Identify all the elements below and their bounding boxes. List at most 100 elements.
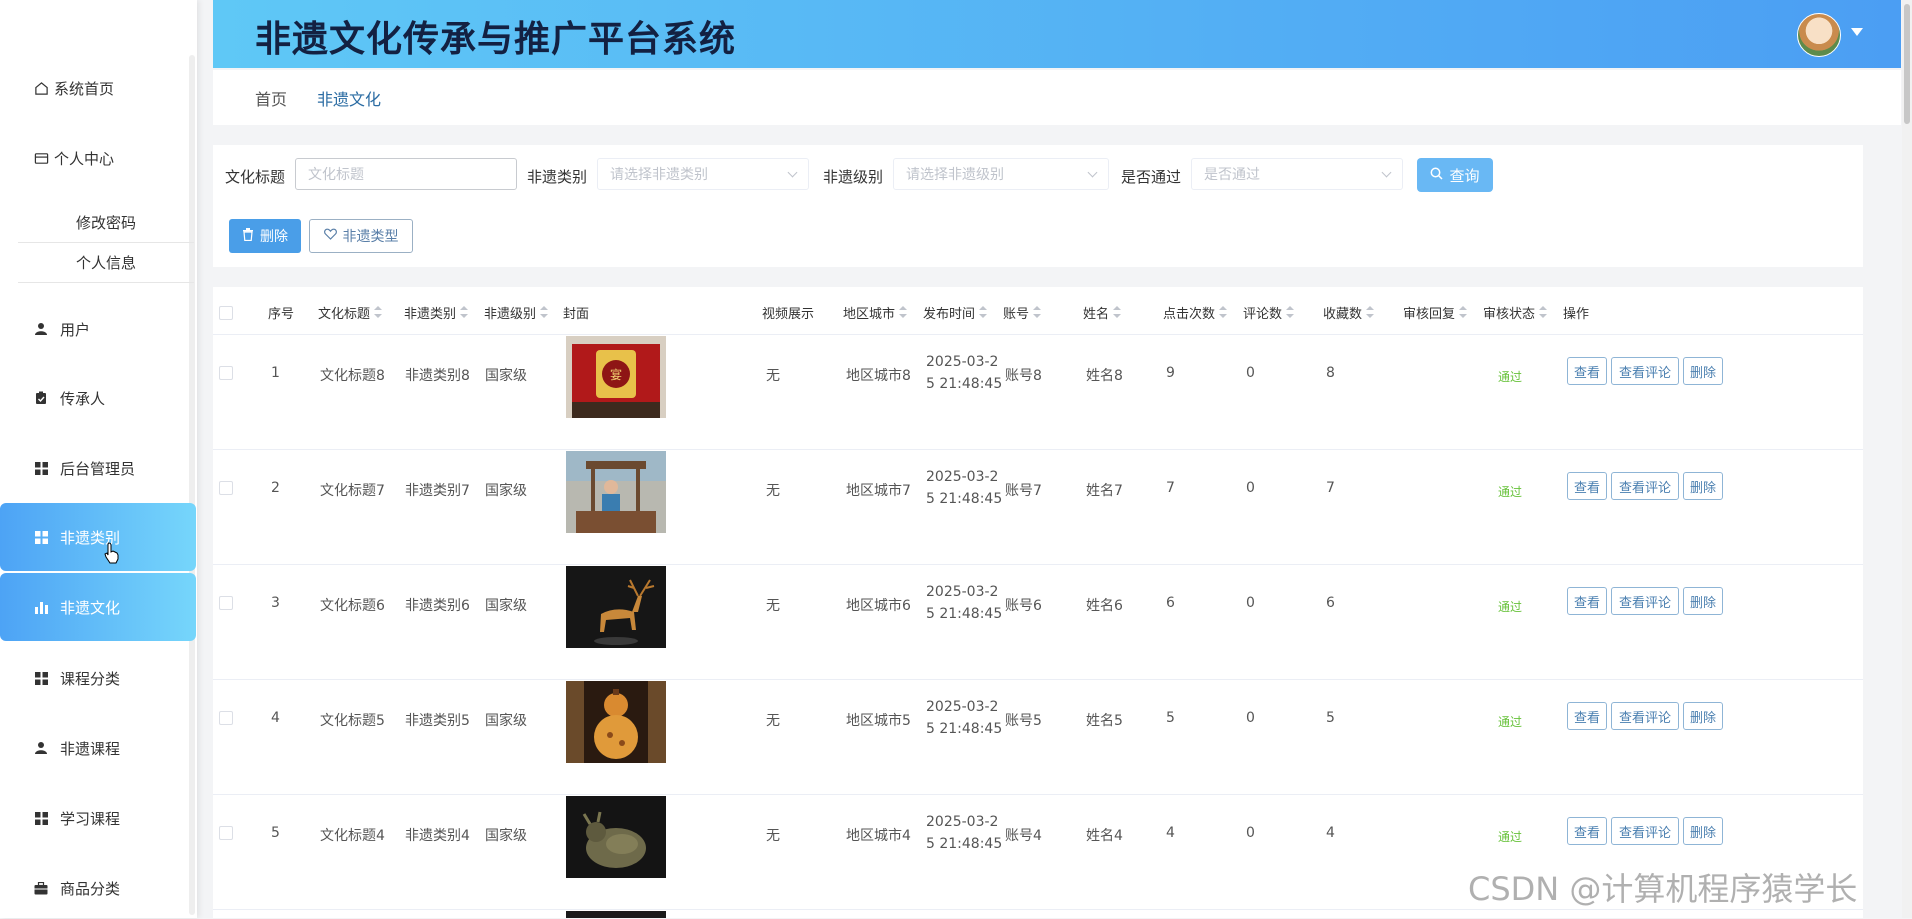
header-time[interactable]: 发布时间 bbox=[923, 300, 988, 324]
sort-icon[interactable] bbox=[1539, 306, 1548, 318]
page-scrollbar[interactable] bbox=[1902, 0, 1912, 918]
sort-icon[interactable] bbox=[460, 306, 469, 318]
row-checkbox[interactable] bbox=[219, 481, 233, 495]
cell-title: 文化标题6 bbox=[320, 598, 385, 614]
sort-icon[interactable] bbox=[1366, 306, 1375, 318]
sidebar-subitem-change-password[interactable]: 修改密码 bbox=[18, 202, 194, 243]
delete-button[interactable]: 删除 bbox=[1683, 587, 1723, 615]
cell-city: 地区城市7 bbox=[846, 483, 911, 499]
header-ops: 操作 bbox=[1563, 306, 1590, 322]
sort-icon[interactable] bbox=[899, 306, 908, 318]
level-select[interactable]: 请选择非遗级别 bbox=[893, 158, 1109, 190]
sidebar-item-goods-category[interactable]: 商品分类 bbox=[0, 857, 197, 919]
sort-icon[interactable] bbox=[1459, 306, 1468, 318]
delete-button[interactable]: 删除 bbox=[1683, 817, 1723, 845]
cell-clicks: 5 bbox=[1166, 710, 1175, 726]
sort-icon[interactable] bbox=[979, 306, 988, 318]
cell-name: 姓名5 bbox=[1086, 713, 1123, 729]
view-button[interactable]: 查看 bbox=[1567, 472, 1607, 500]
sort-icon[interactable] bbox=[1033, 306, 1042, 318]
sidebar-item-study-course[interactable]: 学习课程 bbox=[0, 787, 197, 849]
batch-delete-button[interactable]: 删除 bbox=[229, 219, 301, 253]
header-title[interactable]: 文化标题 bbox=[318, 300, 383, 324]
sidebar-item-heritage-category[interactable]: 非遗类别 bbox=[0, 503, 196, 571]
cover-image[interactable] bbox=[566, 681, 666, 763]
breadcrumb: 首页 非遗文化 bbox=[213, 70, 1901, 125]
chevron-down-icon bbox=[787, 167, 798, 178]
sidebar-item-admins[interactable]: 后台管理员 bbox=[0, 437, 197, 499]
sidebar-item-users[interactable]: 用户 bbox=[0, 298, 197, 360]
delete-button[interactable]: 删除 bbox=[1683, 702, 1723, 730]
cover-image[interactable] bbox=[566, 566, 666, 648]
sort-icon[interactable] bbox=[540, 306, 549, 318]
avatar[interactable] bbox=[1797, 13, 1841, 57]
query-button[interactable]: 查询 bbox=[1417, 158, 1493, 192]
sidebar-subitem-label: 修改密码 bbox=[75, 213, 136, 232]
bar-chart-icon bbox=[30, 601, 52, 614]
header-reply[interactable]: 审核回复 bbox=[1403, 300, 1468, 324]
view-button[interactable]: 查看 bbox=[1567, 587, 1607, 615]
cell-time-line1: 2025-03-2 bbox=[926, 354, 999, 370]
sidebar-item-course-category[interactable]: 课程分类 bbox=[0, 647, 197, 709]
sidebar-item-heritage-course[interactable]: 非遗课程 bbox=[0, 717, 197, 779]
view-comments-button[interactable]: 查看评论 bbox=[1611, 587, 1679, 615]
header-comments[interactable]: 评论数 bbox=[1243, 300, 1295, 324]
sidebar-item-personal-center[interactable]: 个人中心 bbox=[0, 127, 197, 189]
cell-level: 国家级 bbox=[485, 598, 527, 614]
view-button[interactable]: 查看 bbox=[1567, 817, 1607, 845]
header-city[interactable]: 地区城市 bbox=[843, 300, 908, 324]
delete-button[interactable]: 删除 bbox=[1683, 472, 1723, 500]
sort-icon[interactable] bbox=[1219, 306, 1228, 318]
cell-city: 地区城市5 bbox=[846, 713, 911, 729]
cell-title: 文化标题8 bbox=[320, 368, 385, 384]
header-clicks[interactable]: 点击次数 bbox=[1163, 300, 1228, 324]
category-select[interactable]: 请选择非遗类别 bbox=[597, 158, 809, 190]
pass-select[interactable]: 是否通过 bbox=[1191, 158, 1403, 190]
header-name[interactable]: 姓名 bbox=[1083, 300, 1122, 324]
cover-image[interactable] bbox=[566, 796, 666, 878]
row-checkbox[interactable] bbox=[219, 711, 233, 725]
header-category[interactable]: 非遗类别 bbox=[404, 300, 469, 324]
view-comments-button[interactable]: 查看评论 bbox=[1611, 817, 1679, 845]
sidebar-item-heritage-culture[interactable]: 非遗文化 bbox=[0, 573, 196, 641]
cell-category: 非遗类别4 bbox=[405, 828, 470, 844]
view-comments-button[interactable]: 查看评论 bbox=[1611, 357, 1679, 385]
cell-name: 姓名7 bbox=[1086, 483, 1123, 499]
title-search-input[interactable]: 文化标题 bbox=[295, 158, 517, 190]
select-all-checkbox[interactable] bbox=[219, 306, 233, 320]
scrollbar-thumb[interactable] bbox=[1904, 4, 1910, 124]
row-checkbox[interactable] bbox=[219, 826, 233, 840]
view-comments-button[interactable]: 查看评论 bbox=[1611, 472, 1679, 500]
delete-button[interactable]: 删除 bbox=[1683, 357, 1723, 385]
sidebar-subitem-personal-info[interactable]: 个人信息 bbox=[18, 242, 194, 283]
cell-comments: 0 bbox=[1246, 365, 1255, 381]
status-badge: 通过 bbox=[1498, 485, 1523, 499]
cell-comments: 0 bbox=[1246, 595, 1255, 611]
view-button[interactable]: 查看 bbox=[1567, 357, 1607, 385]
header-favorites[interactable]: 收藏数 bbox=[1323, 300, 1375, 324]
sidebar-item-home[interactable]: 系统首页 bbox=[0, 57, 197, 119]
heritage-type-button[interactable]: 非遗类型 bbox=[309, 219, 413, 253]
sort-icon[interactable] bbox=[1113, 306, 1122, 318]
sidebar-item-label: 学习课程 bbox=[60, 809, 121, 828]
sidebar-item-inheritors[interactable]: 传承人 bbox=[0, 367, 197, 429]
header-account[interactable]: 账号 bbox=[1003, 300, 1042, 324]
sidebar-item-label: 课程分类 bbox=[60, 669, 121, 688]
category-label: 非遗类别 bbox=[527, 168, 588, 186]
cover-image[interactable] bbox=[566, 911, 666, 918]
cell-comments: 0 bbox=[1246, 825, 1255, 841]
header-level[interactable]: 非遗级别 bbox=[484, 300, 549, 324]
data-table: 序号 文化标题 非遗类别 非遗级别 封面 视频展示 地区城市 发布时间 账号 姓… bbox=[213, 287, 1863, 918]
level-placeholder: 请选择非遗级别 bbox=[906, 167, 1004, 183]
sort-icon[interactable] bbox=[1286, 306, 1295, 318]
view-button[interactable]: 查看 bbox=[1567, 702, 1607, 730]
row-checkbox[interactable] bbox=[219, 366, 233, 380]
breadcrumb-home[interactable]: 首页 bbox=[255, 86, 287, 110]
view-comments-button[interactable]: 查看评论 bbox=[1611, 702, 1679, 730]
sort-icon[interactable] bbox=[374, 306, 383, 318]
chevron-down-icon[interactable] bbox=[1851, 28, 1863, 36]
row-checkbox[interactable] bbox=[219, 596, 233, 610]
header-status[interactable]: 审核状态 bbox=[1483, 300, 1548, 324]
cover-image[interactable] bbox=[566, 451, 666, 533]
cover-image[interactable]: 宴 bbox=[566, 336, 666, 418]
